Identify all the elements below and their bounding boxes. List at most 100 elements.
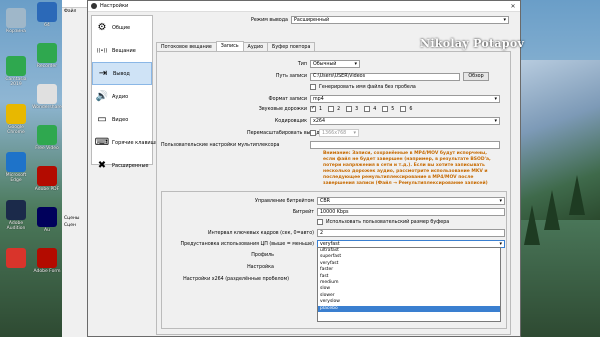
format-select[interactable]: mp4 <box>310 95 500 103</box>
audio-track-option[interactable]: 3 <box>346 106 358 112</box>
audio-track-checkbox[interactable] <box>328 106 335 112</box>
app-icon <box>6 56 26 76</box>
audio-track-option[interactable]: 1 <box>310 105 323 112</box>
settings-main: Режим вывода Расширенный Потоковое вещан… <box>156 15 518 335</box>
desktop-icon[interactable]: Корзина <box>2 8 30 42</box>
desktop-icon[interactable]: Wondershare <box>32 84 62 118</box>
sidebar-item-label: Вывод <box>113 70 130 77</box>
window-title: Настройки <box>100 3 129 9</box>
tab[interactable]: Запись <box>215 41 244 51</box>
tree-shape <box>544 190 560 230</box>
desktop-icon-label: Microsoft Edge <box>5 173 27 183</box>
desktop-icon-label: Google Chrome <box>7 125 25 135</box>
mux-label: Пользовательские настройки мультиплексор… <box>161 142 280 148</box>
audio-tracks-label: Звуковые дорожки <box>258 106 307 112</box>
desktop-icon-label: Adobe PDF <box>34 187 60 192</box>
preset-label: Предустановка использования ЦП (выше = м… <box>180 241 314 247</box>
sidebar-item[interactable]: ⌨ Горячие клавиши <box>92 131 159 154</box>
output-mode-select[interactable]: Расширенный <box>291 16 509 24</box>
desktop-icon-label: Camtasia 2019 <box>5 77 27 87</box>
sidebar-item-label: Аудио <box>112 93 129 100</box>
tree-shape <box>569 175 585 215</box>
audio-track-checkbox[interactable] <box>400 106 407 112</box>
app-icon <box>37 166 57 186</box>
broadcast-icon: ((•)) <box>96 47 108 54</box>
audio-track-checkbox[interactable] <box>310 105 316 112</box>
sidebar-item[interactable]: ✖ Расширенные <box>92 154 152 177</box>
rate-control-select[interactable]: CBR <box>317 197 505 205</box>
audio-track-option[interactable]: 2 <box>328 106 340 112</box>
close-icon[interactable]: ✕ <box>506 3 520 10</box>
browse-button[interactable]: Обзор <box>463 72 489 81</box>
app-icon <box>6 248 26 268</box>
sidebar-item[interactable]: ((•)) Вещание <box>92 39 152 62</box>
app-icon <box>6 152 26 172</box>
desktop-icon[interactable]: Adobe PDF <box>33 166 61 200</box>
custom-buffer-checkbox[interactable] <box>317 219 323 225</box>
desktop-icon[interactable]: 64 <box>33 2 61 36</box>
desktop-icon[interactable]: Google Chrome <box>2 104 30 138</box>
sidebar-item[interactable]: ⚙ Общие <box>92 16 152 39</box>
audio-track-option[interactable]: 6 <box>400 106 412 112</box>
type-label: Тип <box>297 61 307 67</box>
sidebar-item-label: Расширенные <box>112 162 149 169</box>
desktop-icon-label: Корзина <box>6 29 26 34</box>
type-select[interactable]: Обычный <box>310 60 360 68</box>
audio-track-option[interactable]: 4 <box>364 106 376 112</box>
bitrate-input[interactable]: 10000 Kbps <box>317 208 505 216</box>
audio-track-checkbox[interactable] <box>364 106 371 112</box>
monitor-icon: ▭ <box>97 113 107 125</box>
desktop-icon-label: 64 <box>44 23 50 28</box>
path-label: Путь записи <box>275 74 307 79</box>
sidebar-item[interactable]: ▭ Видео <box>92 108 152 131</box>
app-icon <box>37 43 57 63</box>
tree-shape <box>524 205 540 245</box>
desktop-icon[interactable]: Microsoft Edge <box>2 152 30 186</box>
rescale-select[interactable]: 1366x768 <box>319 129 359 137</box>
audio-track-label: 6 <box>409 106 413 112</box>
desktop-icon[interactable] <box>2 248 30 282</box>
tab[interactable]: Буфер повтора <box>267 42 316 51</box>
desktop-icon[interactable]: Adobe Audition <box>2 200 30 234</box>
keyint-input[interactable]: 2 <box>317 229 505 237</box>
preset-dropdown-list: ultrafast superfast veryfast faster fast medi… <box>317 247 501 322</box>
mp4-warning: Внимание: Записи, сохранённые в MP4/MOV … <box>323 151 491 186</box>
preset-option[interactable]: placebo <box>318 305 500 312</box>
tools-icon: ✖ <box>97 159 107 171</box>
tab[interactable]: Потоковое вещание <box>156 42 217 51</box>
desktop-icon-label: Recorder <box>36 64 58 69</box>
path-input[interactable]: C:\Users\USER\Videos <box>310 72 460 81</box>
audio-track-label: 4 <box>373 106 377 112</box>
speaker-icon: 🔊 <box>95 90 109 102</box>
audio-track-label: 3 <box>355 106 359 112</box>
gen-no-space-checkbox[interactable] <box>310 84 316 90</box>
tab[interactable]: Аудио <box>242 42 269 51</box>
title-bar: Настройки ✕ <box>88 1 520 12</box>
desktop-icon[interactable]: Recorder <box>33 43 61 77</box>
bitrate-label: Битрейт <box>292 209 314 215</box>
sidebar-item[interactable]: 🔊 Аудио <box>92 85 152 108</box>
encoder-settings-group: Управление битрейтом CBR Битрейт 10000 K… <box>161 191 507 329</box>
app-icon <box>37 2 57 22</box>
desktop-icon[interactable]: Camtasia 2019 <box>2 56 30 90</box>
settings-sidebar: ⚙ Общие ((•)) Вещание ⇥ Вывод 🔊 Аудио ▭ Видео ⌨ Гор… <box>91 15 159 170</box>
desktop-icon-label: Free Video <box>35 146 59 151</box>
app-icon <box>6 200 26 220</box>
desktop-icon[interactable]: Adobe Form <box>33 248 61 282</box>
mux-input[interactable] <box>310 141 500 149</box>
audio-track-option[interactable]: 5 <box>382 106 394 112</box>
rescale-checkbox[interactable] <box>310 130 316 136</box>
encoder-select[interactable]: x264 <box>310 117 500 125</box>
sidebar-item[interactable]: ⇥ Вывод <box>92 62 152 85</box>
audio-track-checkbox[interactable] <box>382 106 389 112</box>
sidebar-item-label: Горячие клавиши <box>112 139 159 146</box>
rescale-label: Перемасштабировать вывод <box>247 130 320 136</box>
app-icon <box>6 8 26 28</box>
audio-track-label: 1 <box>319 106 323 112</box>
desktop-icon[interactable]: Free Video <box>33 125 61 159</box>
output-tabs: Потоковое вещание Запись Аудио Буфер повтор… <box>156 41 316 51</box>
desktop-icon[interactable]: Au <box>33 207 61 241</box>
audio-track-checkbox[interactable] <box>346 106 353 112</box>
desktop-icon-label: Adobe Audition <box>6 221 26 231</box>
app-icon <box>37 207 57 227</box>
